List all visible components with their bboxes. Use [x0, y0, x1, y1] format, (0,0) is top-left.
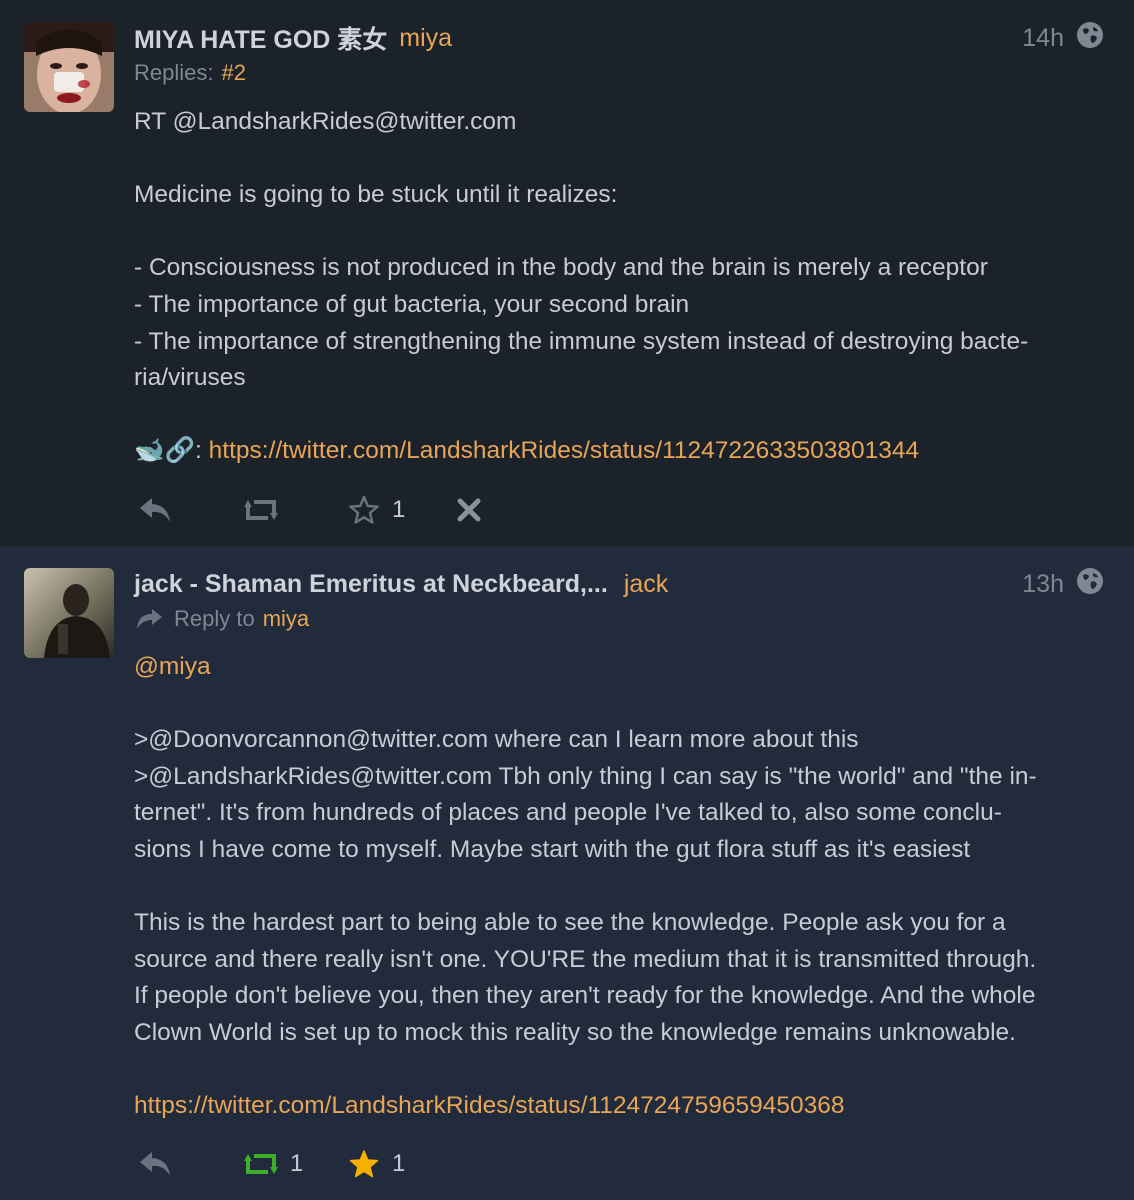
replies-link[interactable]: #2 — [221, 60, 245, 86]
repeat-button[interactable] — [244, 496, 278, 524]
body-line — [134, 397, 1104, 434]
avatar[interactable] — [24, 568, 114, 658]
reply-icon — [140, 1152, 170, 1176]
body-line — [134, 141, 1104, 178]
status-link[interactable]: https://twitter.com/LandsharkRides/statu… — [134, 1092, 845, 1119]
body-line: RT @LandsharkRides@twitter.com — [134, 108, 517, 135]
mention-line: @miya — [134, 649, 1104, 686]
reply-arrow-icon — [137, 609, 162, 629]
repeat-button[interactable]: 1 — [244, 1150, 303, 1178]
reply-to-row: Reply to miya — [134, 606, 309, 632]
repeat-icon — [244, 500, 278, 520]
timestamp[interactable]: 13h — [1022, 570, 1064, 599]
status-post: jack - Shaman Emeritus at Neckbeard,... … — [0, 546, 1134, 1200]
body-line: sions I have come to myself. Maybe start… — [134, 835, 971, 863]
author-row: MIYA HATE GOD 素女 miya — [134, 18, 452, 58]
post-body: RT @LandsharkRides@twitter.com Medicine … — [134, 104, 1104, 470]
reply-icon — [140, 498, 170, 522]
body-line: Clown World is set up to mock this reali… — [134, 1018, 1016, 1046]
link-line: https://twitter.com/LandsharkRides/statu… — [134, 1088, 1104, 1125]
reply-to-label: Reply to — [174, 606, 255, 631]
body-line — [134, 686, 1104, 723]
body-line: - The importance of strengthening the im… — [134, 327, 1029, 355]
star-outline-icon — [349, 495, 379, 524]
author-row: jack - Shaman Emeritus at Neckbeard,... … — [134, 564, 668, 604]
body-line: If people don't believe you, then they a… — [134, 982, 1036, 1010]
link-line: 🐋🔗: https://twitter.com/LandsharkRides/s… — [134, 433, 1104, 470]
favorite-button[interactable]: 1 — [348, 1148, 405, 1180]
replies-row: Replies: #2 — [134, 60, 246, 86]
star-filled-icon — [349, 1150, 379, 1178]
delete-button[interactable] — [456, 497, 482, 523]
body-line: ternet". It's from hundreds of places an… — [134, 799, 1002, 827]
avatar[interactable] — [24, 22, 114, 112]
status-post: MIYA HATE GOD 素女 miya 14h Replies: #2 RT… — [0, 0, 1134, 546]
timestamp-row: 13h — [1022, 564, 1104, 604]
body-line: - The importance of gut bacteria, your s… — [134, 290, 690, 318]
mention-link[interactable]: @miya — [134, 653, 211, 680]
repeat-icon — [244, 1154, 278, 1174]
username-handle[interactable]: miya — [399, 24, 452, 53]
body-line: >@Doonvorcannon@twitter.com where can I … — [134, 726, 859, 754]
post-body: @miya >@Doonvorcannon@twitter.com where … — [134, 649, 1104, 1125]
link-prefix: 🐋🔗: — [134, 437, 202, 465]
body-line: Medicine is going to be stuck until it r… — [134, 181, 618, 209]
globe-icon — [1076, 21, 1104, 56]
body-line: >@LandsharkRides@twitter.com Tbh only th… — [134, 762, 1037, 790]
body-line: - Consciousness is not produced in the b… — [134, 254, 988, 282]
status-link[interactable]: https://twitter.com/LandsharkRides/statu… — [209, 437, 920, 464]
favorite-button[interactable]: 1 — [348, 494, 405, 526]
display-name[interactable]: jack - Shaman Emeritus at Neckbeard,... — [134, 570, 608, 599]
body-line — [134, 869, 1104, 906]
body-line: This is the hardest part to being able t… — [134, 909, 1006, 937]
username-handle[interactable]: jack — [624, 570, 668, 599]
timestamp[interactable]: 14h — [1022, 24, 1064, 53]
body-line: source and there really isn't one. YOU'R… — [134, 945, 1037, 973]
delete-icon — [457, 498, 481, 522]
repeat-count: 1 — [290, 1150, 304, 1177]
reply-button[interactable] — [138, 1150, 172, 1178]
body-line — [134, 214, 1104, 251]
favorite-count: 1 — [392, 1150, 406, 1177]
globe-icon — [1076, 567, 1104, 602]
favorite-count: 1 — [392, 496, 406, 523]
body-line: ria/viruses — [134, 364, 246, 392]
reply-button[interactable] — [138, 496, 172, 524]
display-name[interactable]: MIYA HATE GOD 素女 — [134, 20, 387, 56]
reply-to-user[interactable]: miya — [263, 606, 309, 632]
timestamp-row: 14h — [1022, 18, 1104, 58]
body-line — [134, 1052, 1104, 1089]
replies-label: Replies: — [134, 60, 214, 85]
